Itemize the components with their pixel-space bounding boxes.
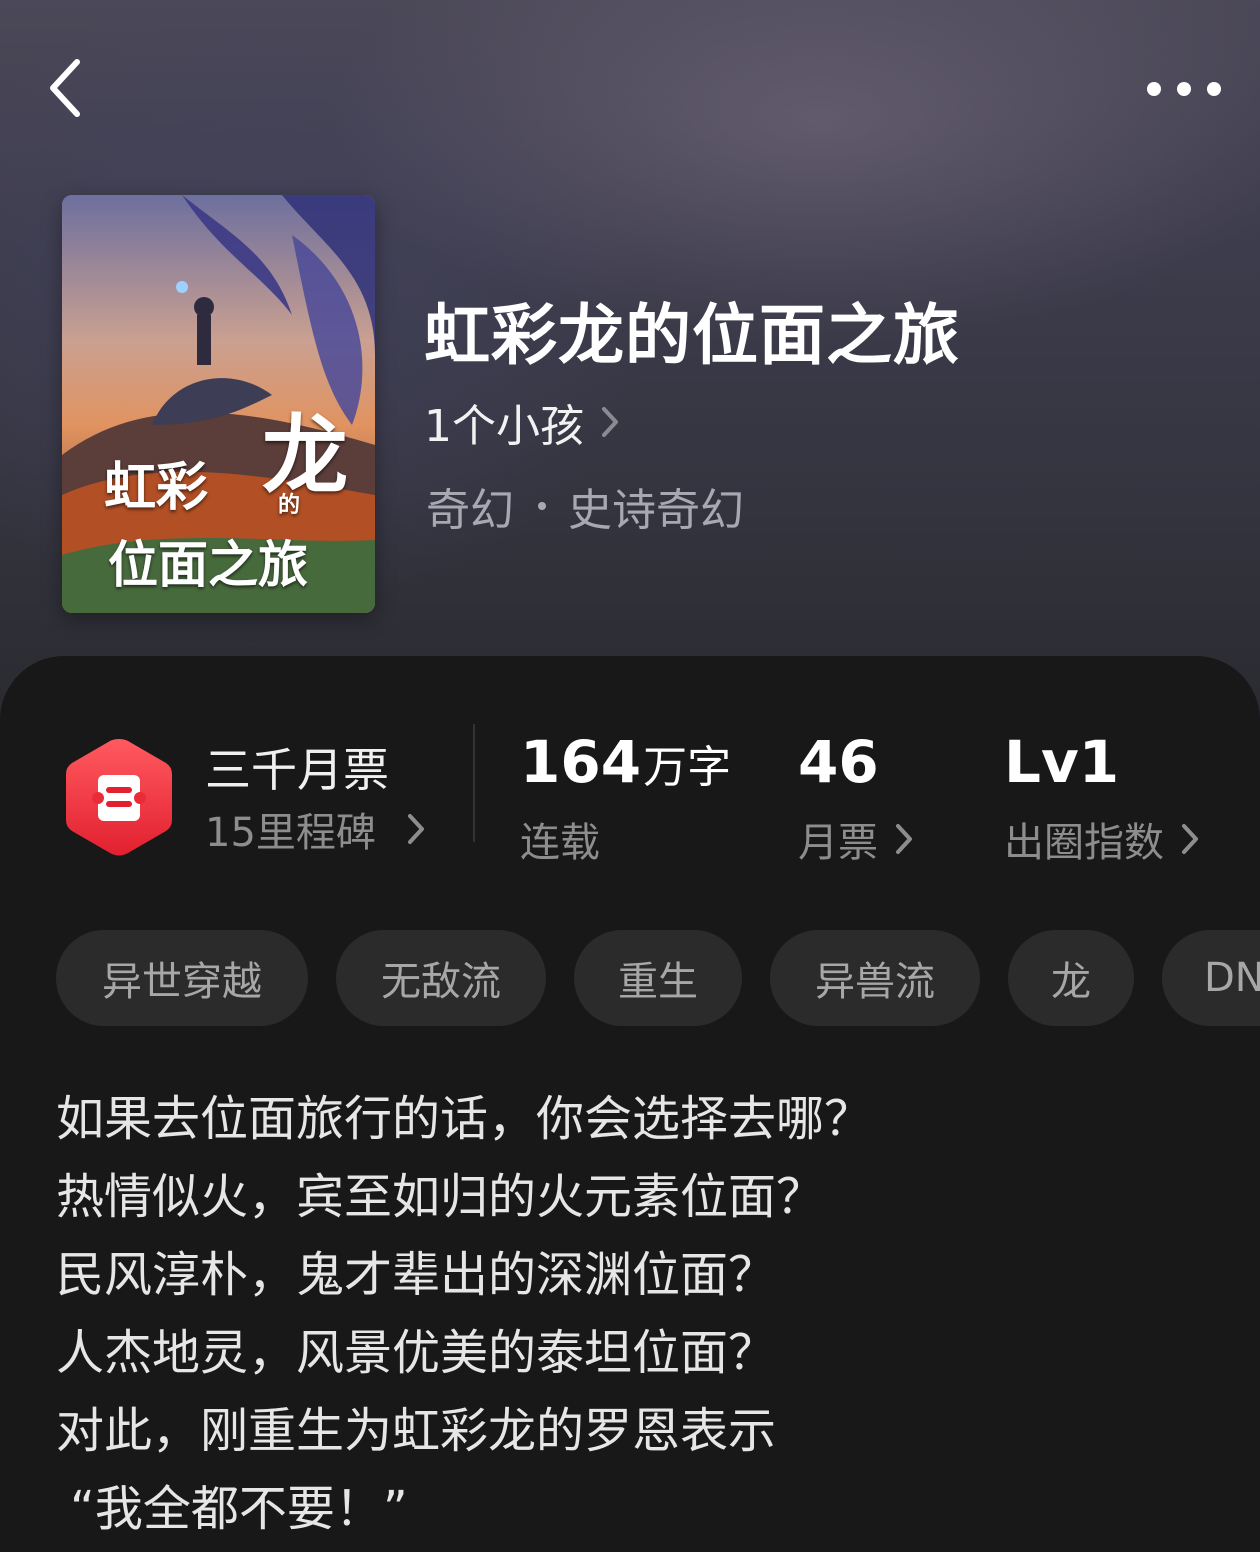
synopsis-line: 对此，刚重生为虹彩龙的罗恩表示 [56,1403,777,1459]
circle-index-value: Lv1 [1004,728,1120,796]
separator-dot [538,502,546,510]
back-button[interactable] [30,52,100,124]
more-options-button[interactable] [1136,66,1232,112]
milestone-link[interactable]: 15里程碑 [205,800,426,858]
subgenre: 史诗奇幻 [568,485,744,536]
stats-divider [473,724,475,842]
author-link[interactable]: 1个小孩 [424,392,620,452]
status-label: 连载 [520,810,600,868]
chevron-left-icon [50,59,80,117]
more-horizontal-icon [1147,82,1221,96]
cover-title-line-4: 位面之旅 [108,535,308,594]
chevron-right-icon [407,814,424,844]
synopsis: 如果去位面旅行的话，你会选择去哪？ 热情似火，宾至如归的火元素位面？ 民风淳朴，… [56,1080,1216,1548]
tag-chip[interactable]: 无敌流 [336,930,546,1026]
chevron-right-icon [896,824,912,854]
word-count-number: 164 [520,728,642,796]
serial-status: 连载 [520,820,600,866]
book-cover[interactable]: 虹彩 龙 的 位面之旅 [62,195,375,613]
genre: 奇幻 [426,485,514,536]
tag-chip[interactable]: 异兽流 [770,930,980,1026]
synopsis-line: 民风淳朴，鬼才辈出的深渊位面？ [56,1247,777,1303]
author-name: 1个小孩 [424,401,584,452]
chevron-right-icon [602,407,618,437]
synopsis-line: 热情似火，宾至如归的火元素位面？ [56,1169,825,1225]
tag-chip[interactable]: 异世穿越 [56,930,308,1026]
tag-list: 异世穿越 无敌流 重生 异兽流 龙 DND [56,930,1260,1026]
circle-index-label: 出圈指数 [1004,820,1164,866]
circle-index-link[interactable]: 出圈指数 [1004,810,1200,868]
cover-title-line-1: 虹彩 [104,457,209,518]
monthly-tickets-label: 月票 [798,820,878,866]
milestone-badge[interactable] [62,735,176,859]
monthly-tickets-link[interactable]: 月票 [798,810,914,868]
book-title: 虹彩龙的位面之旅 [424,296,960,374]
synopsis-line: 人杰地灵，风景优美的泰坦位面？ [56,1325,777,1381]
cover-title-line-2: 龙 [262,405,348,506]
word-count: 164万字 [520,728,731,796]
milestone-title: 三千月票 [205,743,389,797]
cover-title-line-3: 的 [278,492,301,518]
chevron-right-icon [1182,824,1198,854]
milestone-count: 15里程碑 [205,810,376,856]
synopsis-line: 如果去位面旅行的话，你会选择去哪？ [56,1091,873,1147]
monthly-tickets-count: 46 [798,728,879,796]
tag-chip[interactable]: 重生 [574,930,742,1026]
genre-row: 奇幻 史诗奇幻 [426,474,744,538]
word-count-unit: 万字 [643,742,732,793]
tag-chip[interactable]: DND [1162,930,1260,1026]
ticket-badge-icon [66,739,172,856]
tag-chip[interactable]: 龙 [1008,930,1134,1026]
synopsis-line: “我全都不要！” [70,1481,408,1537]
